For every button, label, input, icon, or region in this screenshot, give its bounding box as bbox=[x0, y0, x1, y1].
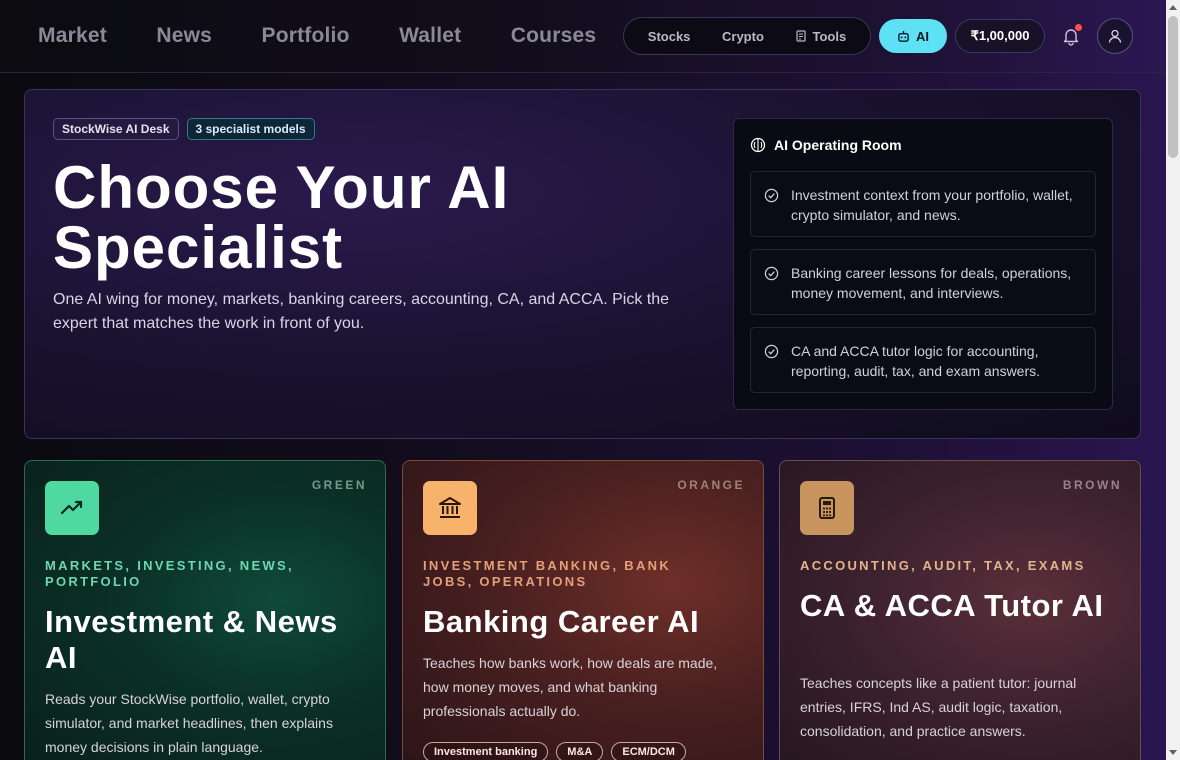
card-color-label: BROWN bbox=[1062, 478, 1122, 492]
topic-chip-row: Investment banking M&A ECM/DCM bbox=[423, 742, 686, 760]
segment-stocks-label: Stocks bbox=[647, 28, 691, 44]
market-segment-control: Stocks Crypto Tools bbox=[623, 17, 871, 55]
ai-operating-room-panel: AI Operating Room Investment context fro… bbox=[733, 118, 1113, 410]
operating-room-item: CA and ACCA tutor logic for accounting, … bbox=[750, 327, 1096, 393]
page-scrollbar[interactable] bbox=[1166, 0, 1180, 760]
topic-chip[interactable]: M&A bbox=[556, 742, 604, 760]
topic-chip[interactable]: Investment banking bbox=[423, 742, 549, 760]
tool-icon bbox=[796, 30, 807, 42]
scrollbar-thumb[interactable] bbox=[1168, 16, 1178, 158]
topic-chip[interactable]: ECM/DCM bbox=[611, 742, 686, 760]
specialist-card-investment[interactable]: GREEN Markets, investing, news, portfoli… bbox=[24, 460, 386, 760]
user-avatar-button[interactable] bbox=[1097, 18, 1133, 54]
card-color-label: ORANGE bbox=[677, 478, 745, 492]
card-tagline: Accounting, audit, tax, exams bbox=[800, 558, 1086, 573]
card-description: Reads your StockWise portfolio, wallet, … bbox=[45, 691, 333, 755]
card-icon-tile bbox=[423, 481, 477, 535]
ai-button[interactable]: AI bbox=[879, 19, 947, 53]
top-nav: Market News Portfolio Wallet Courses Sto… bbox=[0, 0, 1166, 73]
calculator-icon bbox=[819, 497, 835, 519]
operating-room-item-text: Banking career lessons for deals, operat… bbox=[791, 265, 1072, 301]
nav-link-portfolio[interactable]: Portfolio bbox=[261, 24, 349, 48]
card-description: Teaches concepts like a patient tutor: j… bbox=[800, 675, 1077, 739]
wallet-balance[interactable]: ₹1,00,000 bbox=[955, 19, 1045, 53]
hero-pill-row: StockWise AI Desk 3 specialist models bbox=[53, 118, 315, 140]
page-subtitle: One AI wing for money, markets, banking … bbox=[53, 291, 669, 332]
operating-room-item: Investment context from your portfolio, … bbox=[750, 171, 1096, 237]
desk-badge: StockWise AI Desk bbox=[53, 118, 179, 140]
card-tagline: Markets, investing, news, portfolio bbox=[45, 558, 294, 589]
operating-room-item-text: Investment context from your portfolio, … bbox=[791, 187, 1073, 223]
bank-icon bbox=[439, 497, 461, 518]
card-icon-tile bbox=[45, 481, 99, 535]
scroll-down-arrow-icon[interactable] bbox=[1169, 750, 1177, 755]
notification-dot bbox=[1075, 24, 1082, 31]
trend-up-icon bbox=[60, 500, 83, 515]
card-title: Investment & News AI bbox=[45, 604, 338, 675]
nav-link-wallet[interactable]: Wallet bbox=[399, 24, 461, 48]
user-icon bbox=[1108, 29, 1122, 43]
operating-room-item-text: CA and ACCA tutor logic for accounting, … bbox=[791, 343, 1041, 379]
specialist-card-ca-acca[interactable]: BROWN Accounting, audit, tax, exams CA &… bbox=[779, 460, 1141, 760]
card-title: Banking Career AI bbox=[423, 604, 700, 639]
card-title: CA & ACCA Tutor AI bbox=[800, 588, 1104, 623]
nav-link-courses[interactable]: Courses bbox=[511, 24, 596, 48]
specialist-card-banking[interactable]: ORANGE Investment banking, bank jobs, op… bbox=[402, 460, 764, 760]
page-title: Choose Your AI Specialist bbox=[53, 154, 510, 281]
robot-icon bbox=[898, 30, 909, 42]
ai-button-label: AI bbox=[916, 28, 929, 44]
operating-room-item: Banking career lessons for deals, operat… bbox=[750, 249, 1096, 315]
check-circle-icon bbox=[764, 266, 779, 281]
segment-crypto-label: Crypto bbox=[722, 28, 764, 44]
check-circle-icon bbox=[764, 344, 779, 359]
card-color-label: GREEN bbox=[311, 478, 367, 492]
segment-tools-label: Tools bbox=[812, 28, 847, 44]
brain-icon bbox=[750, 137, 766, 153]
nav-link-news[interactable]: News bbox=[156, 24, 212, 48]
models-count-badge: 3 specialist models bbox=[186, 118, 315, 140]
card-description: Teaches how banks work, how deals are ma… bbox=[423, 655, 718, 719]
segment-stocks[interactable]: Stocks bbox=[648, 29, 691, 44]
segment-tools[interactable]: Tools bbox=[795, 29, 846, 44]
card-tagline: Investment banking, bank jobs, operation… bbox=[423, 558, 672, 589]
operating-room-title: AI Operating Room bbox=[774, 137, 902, 153]
nav-link-market[interactable]: Market bbox=[38, 24, 107, 48]
segment-crypto[interactable]: Crypto bbox=[722, 29, 764, 44]
scroll-up-arrow-icon[interactable] bbox=[1169, 5, 1177, 10]
card-icon-tile bbox=[800, 481, 854, 535]
nav-links: Market News Portfolio Wallet Courses bbox=[38, 24, 600, 50]
hero-panel: StockWise AI Desk 3 specialist models Ch… bbox=[24, 89, 1141, 439]
operating-room-header: AI Operating Room bbox=[750, 137, 902, 153]
check-circle-icon bbox=[764, 188, 779, 203]
